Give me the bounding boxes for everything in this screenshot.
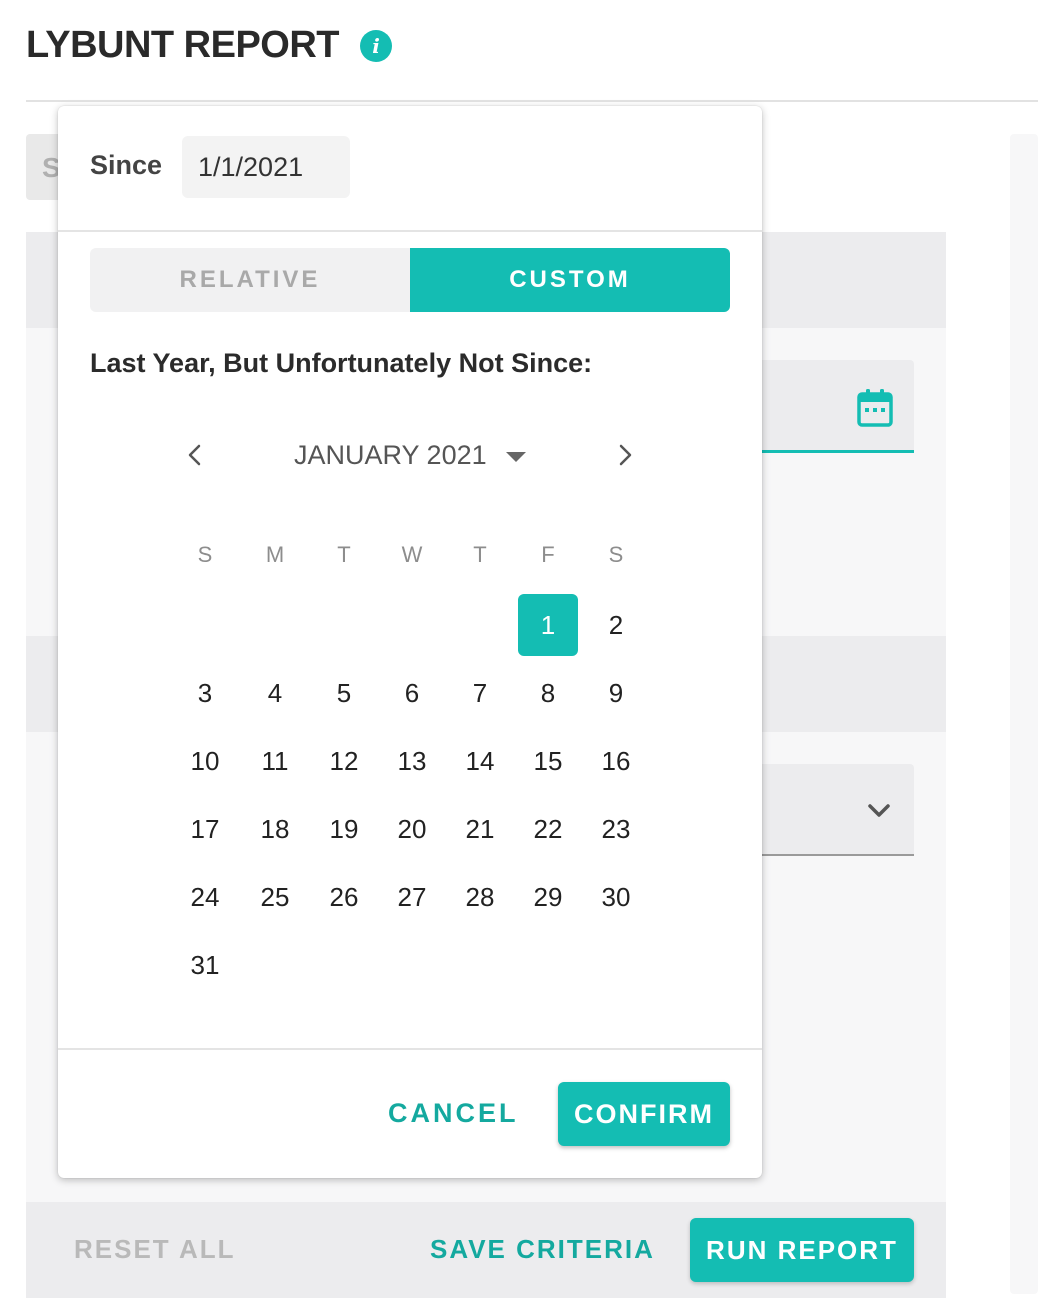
calendar-day[interactable]: 21 [450,798,510,860]
calendar-day[interactable]: 5 [314,662,374,724]
weekday-label: S [608,542,624,567]
popover-divider [58,1048,762,1050]
weekday-label: M [265,542,285,567]
calendar-day[interactable]: 17 [175,798,235,860]
calendar-day[interactable]: 15 [518,730,578,792]
calendar-day[interactable]: 18 [245,798,305,860]
weekday-label: W [401,542,423,567]
calendar-day[interactable]: 4 [245,662,305,724]
mode-toggle: RELATIVE CUSTOM [90,248,730,312]
month-year-label[interactable]: JANUARY 2021 [294,440,487,471]
calendar-day[interactable]: 27 [382,866,442,928]
run-report-button[interactable]: RUN REPORT [690,1218,914,1282]
popover-divider [58,230,762,232]
calendar-day[interactable]: 29 [518,866,578,928]
tab-relative[interactable]: RELATIVE [90,248,410,312]
page-title: LYBUNT REPORT [26,24,340,66]
since-date-input[interactable]: 1/1/2021 [182,136,350,198]
weekday-label: F [541,542,555,567]
confirm-button[interactable]: CONFIRM [558,1082,730,1146]
calendar-day-selected[interactable]: 1 [518,594,578,656]
calendar-day[interactable]: 19 [314,798,374,860]
calendar-day[interactable]: 14 [450,730,510,792]
caret-down-icon[interactable] [506,452,526,462]
chevron-left-icon[interactable] [178,438,212,472]
calendar-day[interactable]: 25 [245,866,305,928]
side-panel [1010,134,1038,1294]
calendar-day[interactable]: 6 [382,662,442,724]
weekday-label: T [473,542,487,567]
weekday-label: T [337,542,351,567]
calendar-day[interactable]: 30 [586,866,646,928]
calendar-day[interactable]: 26 [314,866,374,928]
date-picker-popover: Since 1/1/2021 RELATIVE CUSTOM Last Year… [58,106,762,1178]
chevron-right-icon[interactable] [608,438,642,472]
calendar-day[interactable]: 11 [245,730,305,792]
calendar-day[interactable]: 23 [586,798,646,860]
calendar-day[interactable]: 12 [314,730,374,792]
tab-custom[interactable]: CUSTOM [410,248,730,312]
picker-heading: Last Year, But Unfortunately Not Since: [90,348,593,378]
since-label: Since [90,150,163,180]
calendar-day[interactable]: 28 [450,866,510,928]
calendar-day[interactable]: 7 [450,662,510,724]
calendar-day[interactable]: 10 [175,730,235,792]
info-icon[interactable]: i [360,30,392,62]
calendar-day[interactable]: 8 [518,662,578,724]
calendar-day[interactable]: 9 [586,662,646,724]
chevron-down-icon[interactable] [864,795,894,825]
calendar-day[interactable]: 3 [175,662,235,724]
weekday-label: S [197,542,213,567]
calendar-day[interactable]: 16 [586,730,646,792]
save-criteria-button[interactable]: SAVE CRITERIA [430,1234,655,1265]
calendar-day[interactable]: 20 [382,798,442,860]
calendar-day[interactable]: 22 [518,798,578,860]
calendar-day[interactable]: 31 [175,934,235,996]
calendar-icon[interactable] [856,388,894,428]
cancel-button[interactable]: CANCEL [388,1098,519,1129]
calendar-day[interactable]: 13 [382,730,442,792]
header-divider [26,100,1038,102]
reset-all-button[interactable]: RESET ALL [74,1234,235,1265]
calendar-day[interactable]: 24 [175,866,235,928]
calendar-day[interactable]: 2 [586,594,646,656]
